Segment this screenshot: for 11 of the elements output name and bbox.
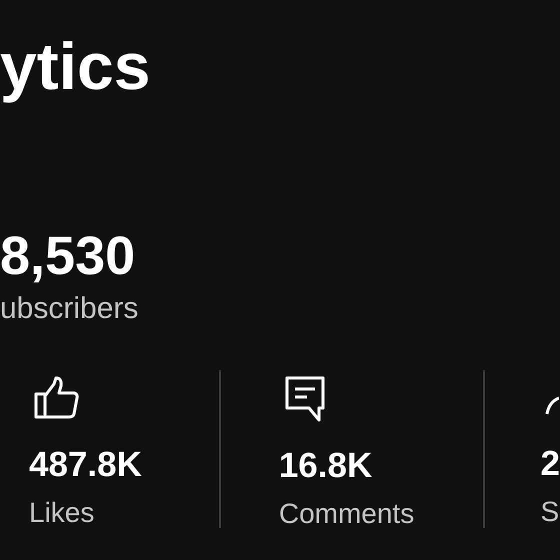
stat-label: S	[540, 496, 560, 528]
comment-icon	[284, 376, 327, 424]
stat-value: 487.8K	[29, 445, 142, 485]
subscriber-label: ubscribers	[0, 292, 138, 326]
stat-label: Comments	[278, 498, 414, 530]
thumbs-up-icon	[34, 376, 80, 420]
stat-label: Likes	[29, 497, 94, 529]
stat-value: 16.8K	[278, 446, 372, 486]
page-title: ytics	[0, 28, 150, 105]
stat-value: 2	[540, 444, 560, 484]
subscriber-count: 8,530	[0, 228, 136, 284]
